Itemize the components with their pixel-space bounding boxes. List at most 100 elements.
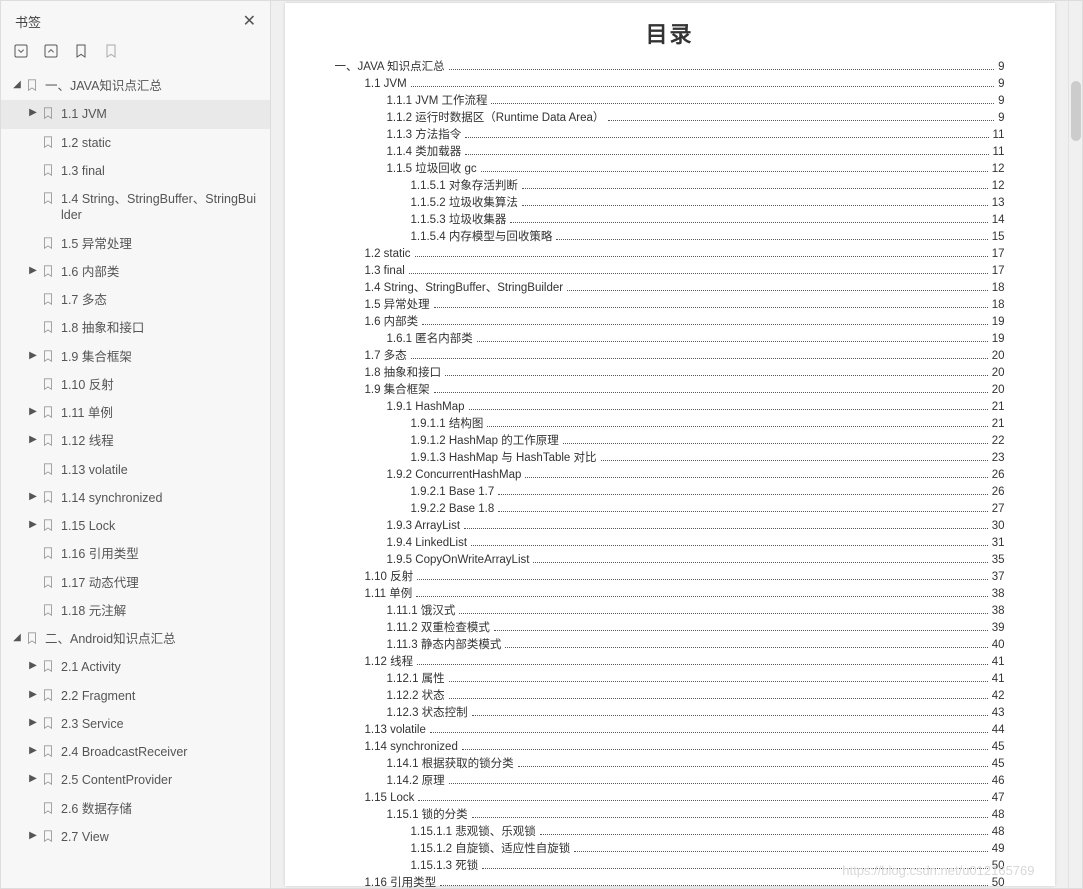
chevron-right-icon[interactable]: ▶: [27, 716, 39, 729]
toc-entry[interactable]: 1.12.2 状态42: [387, 688, 1005, 705]
toc-entry[interactable]: 1.1.2 运行时数据区（Runtime Data Area）9: [387, 110, 1005, 127]
bookmark-icon[interactable]: [73, 43, 89, 62]
toc-entry[interactable]: 1.4 String、StringBuffer、StringBuilder18: [365, 280, 1005, 297]
toc-entry[interactable]: 1.12.1 属性41: [387, 671, 1005, 688]
collapse-all-icon[interactable]: [43, 43, 59, 62]
toc-entry[interactable]: 1.13 volatile44: [365, 722, 1005, 739]
chevron-right-icon[interactable]: ▶: [27, 433, 39, 446]
toc-entry[interactable]: 1.9.2.2 Base 1.827: [411, 501, 1005, 518]
chevron-down-icon[interactable]: ◢: [11, 631, 23, 644]
tree-item[interactable]: 1.16 引用类型: [1, 540, 270, 568]
toc-entry[interactable]: 1.14.1 根据获取的锁分类45: [387, 756, 1005, 773]
chevron-right-icon[interactable]: ▶: [27, 349, 39, 362]
chevron-down-icon[interactable]: ◢: [11, 78, 23, 91]
toc-entry[interactable]: 1.1 JVM9: [365, 76, 1005, 93]
tree-item[interactable]: 1.18 元注解: [1, 597, 270, 625]
chevron-right-icon[interactable]: ▶: [27, 106, 39, 119]
toc-entry[interactable]: 1.7 多态20: [365, 348, 1005, 365]
tree-item[interactable]: 1.17 动态代理: [1, 569, 270, 597]
toc-entry[interactable]: 1.1.3 方法指令11: [387, 127, 1005, 144]
toc-entry[interactable]: 1.9.1.3 HashMap 与 HashTable 对比23: [411, 450, 1005, 467]
toc-entry[interactable]: 1.14 synchronized45: [365, 739, 1005, 756]
toc-entry[interactable]: 1.8 抽象和接口20: [365, 365, 1005, 382]
chevron-right-icon[interactable]: ▶: [27, 405, 39, 418]
toc-entry[interactable]: 1.1.4 类加载器11: [387, 144, 1005, 161]
toc-entry[interactable]: 1.1.5.3 垃圾收集器14: [411, 212, 1005, 229]
toc-entry[interactable]: 1.14.2 原理46: [387, 773, 1005, 790]
tree-item[interactable]: 1.5 异常处理: [1, 230, 270, 258]
tree-item[interactable]: ▶1.1 JVM: [1, 100, 270, 128]
tree-item[interactable]: ▶2.3 Service: [1, 710, 270, 738]
chevron-right-icon[interactable]: ▶: [27, 264, 39, 277]
tree-item[interactable]: 1.2 static: [1, 129, 270, 157]
tree-item[interactable]: 1.8 抽象和接口: [1, 314, 270, 342]
tree-item[interactable]: 1.10 反射: [1, 371, 270, 399]
chevron-right-icon[interactable]: ▶: [27, 829, 39, 842]
tree-item[interactable]: ▶2.2 Fragment: [1, 682, 270, 710]
toc-entry[interactable]: 1.9.3 ArrayList30: [387, 518, 1005, 535]
tree-item[interactable]: ▶1.6 内部类: [1, 258, 270, 286]
toc-entry[interactable]: 1.9.1.1 结构图21: [411, 416, 1005, 433]
toc-entry[interactable]: 1.5 异常处理18: [365, 297, 1005, 314]
tree-item[interactable]: 2.6 数据存储: [1, 795, 270, 823]
toc-entry[interactable]: 1.11.3 静态内部类模式40: [387, 637, 1005, 654]
toc-entry[interactable]: 1.1.5.4 内存模型与回收策略15: [411, 229, 1005, 246]
document-viewport[interactable]: 目录 一、JAVA 知识点汇总91.1 JVM91.1.1 JVM 工作流程91…: [271, 1, 1068, 888]
toc-entry[interactable]: 1.11 单例38: [365, 586, 1005, 603]
toc-entry[interactable]: 1.11.2 双重检查模式39: [387, 620, 1005, 637]
tree-item[interactable]: ▶2.1 Activity: [1, 653, 270, 681]
chevron-right-icon[interactable]: ▶: [27, 518, 39, 531]
toc-entry-page: 20: [992, 348, 1005, 365]
toc-entry[interactable]: 1.6 内部类19: [365, 314, 1005, 331]
tree-item[interactable]: ◢一、JAVA知识点汇总: [1, 72, 270, 100]
toc-entry[interactable]: 1.9.5 CopyOnWriteArrayList35: [387, 552, 1005, 569]
toc-entry[interactable]: 1.11.1 饿汉式38: [387, 603, 1005, 620]
scrollbar[interactable]: [1068, 1, 1082, 888]
tree-item[interactable]: ▶2.4 BroadcastReceiver: [1, 738, 270, 766]
expand-all-icon[interactable]: [13, 43, 29, 62]
toc-entry[interactable]: 1.1.1 JVM 工作流程9: [387, 93, 1005, 110]
scrollbar-thumb[interactable]: [1071, 81, 1081, 141]
tree-item[interactable]: ▶1.15 Lock: [1, 512, 270, 540]
toc-entry[interactable]: 1.9.2 ConcurrentHashMap26: [387, 467, 1005, 484]
tree-item[interactable]: ▶2.7 View: [1, 823, 270, 851]
toc-entry[interactable]: 1.9.2.1 Base 1.726: [411, 484, 1005, 501]
toc-entry[interactable]: 1.12.3 状态控制43: [387, 705, 1005, 722]
toc-entry[interactable]: 1.6.1 匿名内部类19: [387, 331, 1005, 348]
toc-entry[interactable]: 1.9 集合框架20: [365, 382, 1005, 399]
tree-item[interactable]: 1.7 多态: [1, 286, 270, 314]
toc-entry[interactable]: 1.12 线程41: [365, 654, 1005, 671]
toc-entry[interactable]: 1.15.1 锁的分类48: [387, 807, 1005, 824]
tree-item[interactable]: ▶1.11 单例: [1, 399, 270, 427]
toc-entry[interactable]: 1.16 引用类型50: [365, 875, 1005, 888]
toc-entry[interactable]: 1.9.1 HashMap21: [387, 399, 1005, 416]
tree-item[interactable]: ▶1.9 集合框架: [1, 343, 270, 371]
toc-entry[interactable]: 1.1.5 垃圾回收 gc12: [387, 161, 1005, 178]
tree-item[interactable]: ▶1.12 线程: [1, 427, 270, 455]
chevron-right-icon[interactable]: ▶: [27, 772, 39, 785]
chevron-right-icon[interactable]: ▶: [27, 744, 39, 757]
toc-entry[interactable]: 1.15 Lock47: [365, 790, 1005, 807]
toc-entry[interactable]: 1.9.4 LinkedList31: [387, 535, 1005, 552]
toc-entry[interactable]: 一、JAVA 知识点汇总9: [335, 59, 1005, 76]
tree-item[interactable]: 1.3 final: [1, 157, 270, 185]
tree-item[interactable]: 1.4 String、StringBuffer、StringBuilder: [1, 185, 270, 230]
toc-entry[interactable]: 1.2 static17: [365, 246, 1005, 263]
toc-entry[interactable]: 1.15.1.2 自旋锁、适应性自旋锁49: [411, 841, 1005, 858]
toc-entry[interactable]: 1.15.1.3 死锁50: [411, 858, 1005, 875]
tree-item[interactable]: ◢二、Android知识点汇总: [1, 625, 270, 653]
chevron-right-icon[interactable]: ▶: [27, 490, 39, 503]
chevron-right-icon[interactable]: ▶: [27, 659, 39, 672]
close-icon[interactable]: ✕: [239, 7, 260, 35]
toc-entry[interactable]: 1.15.1.1 悲观锁、乐观锁48: [411, 824, 1005, 841]
toc-entry[interactable]: 1.3 final17: [365, 263, 1005, 280]
toc-entry[interactable]: 1.9.1.2 HashMap 的工作原理22: [411, 433, 1005, 450]
chevron-right-icon[interactable]: ▶: [27, 688, 39, 701]
toc-entry[interactable]: 1.1.5.1 对象存活判断12: [411, 178, 1005, 195]
tree-item[interactable]: ▶1.14 synchronized: [1, 484, 270, 512]
toc-entry[interactable]: 1.1.5.2 垃圾收集算法13: [411, 195, 1005, 212]
bookmark-outline-icon[interactable]: [103, 43, 119, 62]
tree-item[interactable]: ▶2.5 ContentProvider: [1, 766, 270, 794]
tree-item[interactable]: 1.13 volatile: [1, 456, 270, 484]
toc-entry[interactable]: 1.10 反射37: [365, 569, 1005, 586]
